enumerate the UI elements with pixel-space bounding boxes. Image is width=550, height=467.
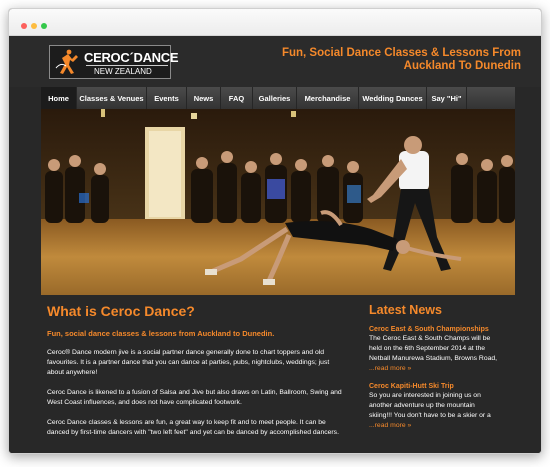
- dancer-logo-icon: [52, 48, 82, 76]
- content-area: What is Ceroc Dance? Fun, social dance c…: [41, 295, 515, 453]
- news-item-summary: The Ceroc East & South Champs will be he…: [369, 335, 498, 362]
- nav-faq[interactable]: FAQ: [221, 87, 253, 109]
- latest-news-title: Latest News: [369, 303, 442, 317]
- dancing-couple-image: [41, 109, 515, 295]
- intro-section: What is Ceroc Dance? Fun, social dance c…: [47, 303, 347, 438]
- latest-news-sidebar: Latest News Ceroc East & South Champions…: [369, 303, 499, 431]
- intro-paragraph: Ceroc® Dance modern jive is a social par…: [47, 349, 330, 376]
- nav-galleries[interactable]: Galleries: [253, 87, 297, 109]
- tagline-line-1: Fun, Social Dance Classes & Lessons From: [281, 47, 521, 59]
- site-header: CEROC´DANCE NEW ZEALAND Fun, Social Danc…: [9, 37, 541, 87]
- news-item-text: So you are interested in joining us on a…: [369, 391, 499, 431]
- intro-paragraph: Ceroc Dance is likened to a fusion of Sa…: [47, 389, 342, 406]
- site-logo[interactable]: CEROC´DANCE NEW ZEALAND: [49, 45, 179, 79]
- nav-wedding-dances[interactable]: Wedding Dances: [359, 87, 427, 109]
- main-navigation: Home Classes & Venues Events News FAQ Ga…: [41, 87, 515, 109]
- nav-classes-venues[interactable]: Classes & Venues: [77, 87, 147, 109]
- news-item-text: The Ceroc East & South Champs will be he…: [369, 334, 499, 374]
- browser-window: CEROC´DANCE NEW ZEALAND Fun, Social Danc…: [8, 8, 542, 454]
- news-item-heading[interactable]: Ceroc Kapiti-Hutt Ski Trip: [369, 383, 499, 390]
- site-tagline: Fun, Social Dance Classes & Lessons From…: [282, 47, 521, 73]
- section-title: What is Ceroc Dance?: [47, 303, 195, 319]
- tagline-line-2: Auckland To Dunedin: [403, 60, 521, 72]
- hero-dance-photo: [41, 109, 515, 295]
- nav-say-hi[interactable]: Say "Hi": [427, 87, 467, 109]
- website: CEROC´DANCE NEW ZEALAND Fun, Social Danc…: [9, 37, 541, 453]
- maximize-window-button[interactable]: [41, 23, 47, 29]
- intro-paragraph: Ceroc Dance classes & lessons are fun, a…: [47, 419, 339, 436]
- read-more-link[interactable]: ...read more »: [369, 422, 411, 429]
- news-item-summary: So you are interested in joining us on a…: [369, 392, 491, 419]
- read-more-link[interactable]: ...read more »: [369, 365, 411, 372]
- nav-merchandise[interactable]: Merchandise: [297, 87, 359, 109]
- nav-news[interactable]: News: [187, 87, 221, 109]
- close-window-button[interactable]: [21, 23, 27, 29]
- nav-events[interactable]: Events: [147, 87, 187, 109]
- minimize-window-button[interactable]: [31, 23, 37, 29]
- window-titlebar: [9, 9, 541, 36]
- nav-home[interactable]: Home: [41, 87, 77, 109]
- section-subtitle: Fun, social dance classes & lessons from…: [47, 329, 275, 338]
- logo-subtitle: NEW ZEALAND: [86, 65, 168, 76]
- logo-wordmark: CEROC´DANCE: [84, 50, 179, 65]
- news-item-heading[interactable]: Ceroc East & South Championships: [369, 326, 499, 333]
